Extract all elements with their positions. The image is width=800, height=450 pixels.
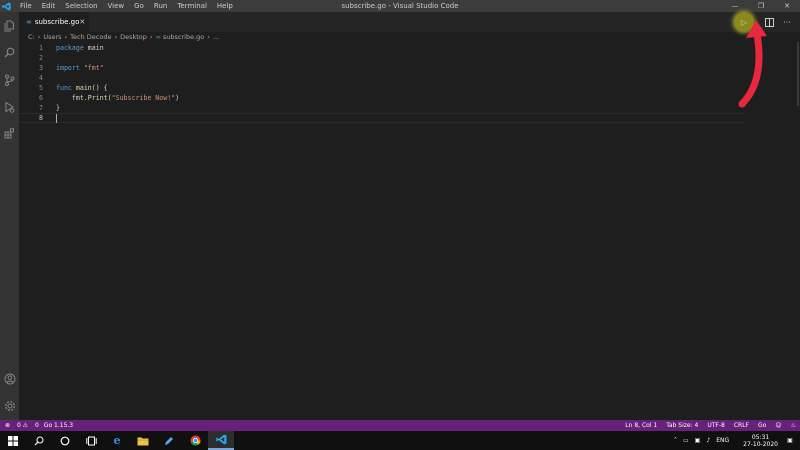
code-text: import "fmt" [56,64,104,72]
code-line: 6 fmt.Print("Subscribe Now!") [19,93,745,103]
window-controls: — ❐ ✕ [722,0,800,12]
code-line: 1 package main [19,43,745,53]
restore-icon[interactable]: ❐ [748,0,774,12]
encoding-status[interactable]: UTF-8 [707,422,725,429]
breadcrumb-users[interactable]: Users [43,33,61,41]
code-text: package main [56,44,104,52]
status-bar: ⊗ 0 ⚠ 0 Go 1.15.3 Ln 8, Col 1 Tab Size: … [0,420,800,431]
run-debug-icon[interactable] [0,93,19,120]
chevron-right-icon: › [64,33,68,41]
current-line: 8 [19,113,745,123]
chevron-right-icon: › [37,33,41,41]
line-number: 8 [39,114,43,122]
breadcrumb-more[interactable]: ... [213,33,219,41]
code-line: 2 [19,53,745,63]
action-center-icon[interactable]: ▣ [784,437,796,444]
code-line: 5 func main() { [19,83,745,93]
code-line: 4 [19,73,745,83]
line-number: 7 [39,104,43,112]
system-tray: ˄ ▭ ▣ ♪ ENG 05:31 27-10-2020 ▣ [668,431,800,450]
go-file-icon: ∞ [155,33,161,41]
breadcrumb-drive[interactable]: C: [28,33,35,41]
chevron-right-icon: › [114,33,118,41]
clock-time: 05:31 [751,433,770,441]
vscode-taskbar-icon[interactable] [208,431,234,450]
code-line: 3 import "fmt" [19,63,745,73]
settings-gear-icon[interactable] [0,392,19,419]
code-text: func main() { [56,84,108,92]
line-number: 4 [39,74,43,82]
line-number: 3 [39,64,43,72]
scrollbar[interactable] [797,42,799,106]
cortana-icon[interactable] [52,431,78,450]
pen-app-icon[interactable] [156,431,182,450]
battery-icon[interactable]: ▭ [683,437,689,444]
text-cursor [56,113,57,123]
title-bar: File Edit Selection View Go Run Terminal… [0,0,800,12]
menu-run[interactable]: Run [149,0,172,12]
more-actions-icon[interactable]: ··· [778,13,796,31]
red-arrow-annotation [738,20,767,108]
file-explorer-icon[interactable] [130,431,156,450]
account-icon[interactable] [0,365,19,392]
breadcrumb-desktop[interactable]: Desktop [120,33,147,41]
go-file-icon: ∞ [26,18,32,26]
edge-browser-icon[interactable]: e [104,431,130,450]
close-tab-icon[interactable]: ✕ [79,18,85,26]
extensions-icon[interactable] [0,120,19,147]
network-icon[interactable]: ▣ [695,437,701,444]
chrome-browser-icon[interactable] [182,431,208,450]
line-number: 6 [39,94,43,102]
search-icon[interactable] [0,39,19,66]
line-number: 1 [39,44,43,52]
breadcrumb-tech-decode[interactable]: Tech Decode [70,33,111,41]
windows-taskbar: e ˄ ▭ ▣ ♪ ENG 05:31 27-10-2020 ▣ [0,431,800,450]
breadcrumb: C: › Users › Tech Decode › Desktop › ∞ s… [28,32,219,42]
volume-icon[interactable]: ♪ [706,437,710,444]
code-text: } [56,104,60,112]
task-view-icon[interactable] [78,431,104,450]
eol-status[interactable]: CRLF [734,422,749,429]
language-indicator[interactable]: ENG [716,437,729,444]
go-version-status[interactable]: Go 1.15.3 [44,422,73,429]
menu-terminal[interactable]: Terminal [172,0,212,12]
clock[interactable]: 05:31 27-10-2020 [737,434,778,448]
source-control-icon[interactable] [0,66,19,93]
tab-bar: ∞ subscribe.go ✕ ▷ ··· [19,12,800,32]
menu-view[interactable]: View [103,0,130,12]
clock-date: 27-10-2020 [743,440,778,448]
line-number: 2 [39,54,43,62]
language-status[interactable]: Go [758,422,766,429]
menu-edit[interactable]: Edit [37,0,61,12]
notifications-bell-icon[interactable]: ♨ [791,422,796,429]
chevron-up-icon[interactable]: ˄ [674,437,677,444]
taskbar-search-icon[interactable] [26,431,52,450]
activity-bar [0,12,19,420]
tab-subscribe-go[interactable]: ∞ subscribe.go ✕ [19,12,89,32]
code-text: fmt.Print("Subscribe Now!") [71,94,180,102]
line-number: 5 [39,84,43,92]
code-line: 7 } [19,103,745,113]
menu-help[interactable]: Help [212,0,238,12]
close-icon[interactable]: ✕ [774,0,800,12]
errors-status[interactable]: ⊗ 0 ⚠ 0 [5,422,39,429]
tab-label: subscribe.go [34,18,80,26]
menu-selection[interactable]: Selection [60,0,102,12]
chevron-right-icon: › [149,33,153,41]
windows-start-icon[interactable] [0,431,26,450]
menu-file[interactable]: File [15,0,37,12]
breadcrumb-file[interactable]: subscribe.go [163,33,204,41]
feedback-icon[interactable]: ☺ [775,422,781,429]
menu-go[interactable]: Go [129,0,149,12]
chevron-right-icon: › [207,33,210,41]
menu-bar: File Edit Selection View Go Run Terminal… [15,0,238,12]
cursor-position-status[interactable]: Ln 8, Col 1 [625,422,657,429]
vscode-logo-icon [0,0,12,12]
files-icon[interactable] [0,12,19,39]
code-editor[interactable]: 1 package main 2 3 import "fmt" 4 5 func… [19,42,800,420]
tab-size-status[interactable]: Tab Size: 4 [666,422,698,429]
minimize-icon[interactable]: — [722,0,748,12]
